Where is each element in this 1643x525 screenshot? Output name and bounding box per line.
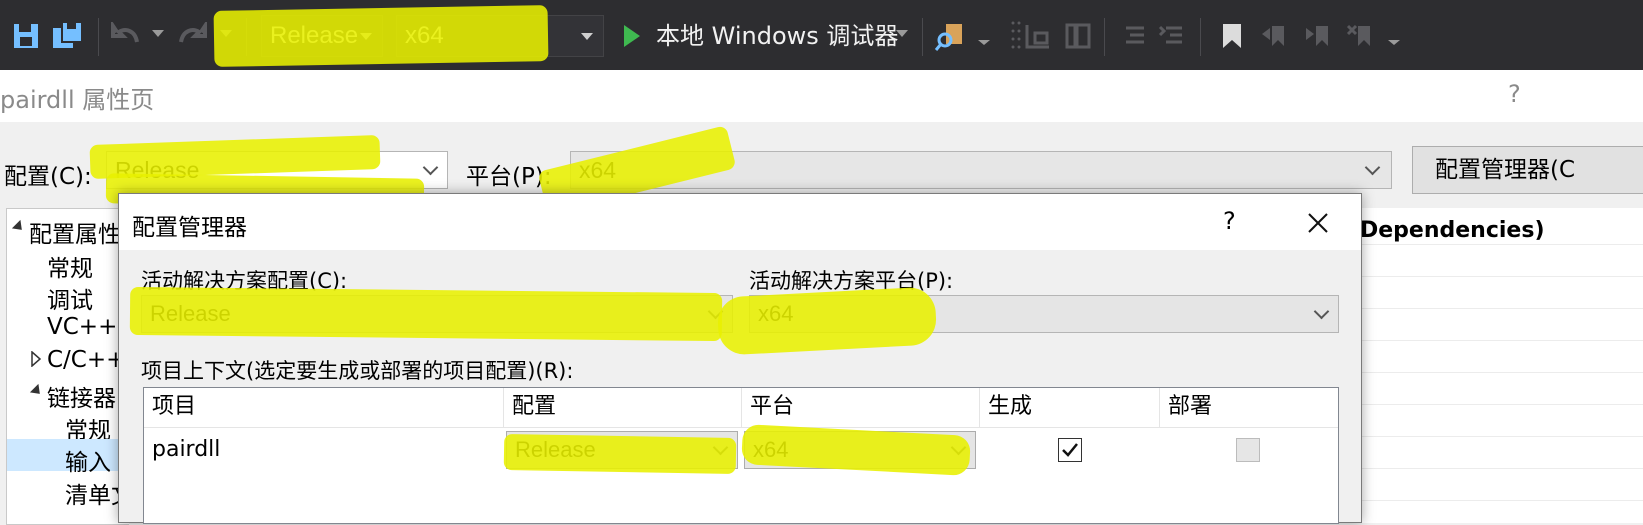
step-over-icon[interactable] xyxy=(1058,14,1098,58)
grid-line xyxy=(1360,372,1643,373)
dialog-title: 配置管理器 xyxy=(132,215,247,241)
table-row[interactable]: pairdll Release x64 xyxy=(144,388,1338,523)
main-toolbar: Release x64 本地 Windows 调试器 xyxy=(0,0,1643,70)
undo-icon[interactable] xyxy=(106,14,146,58)
chevron-down-icon xyxy=(422,159,439,176)
toolbar-separator xyxy=(1104,18,1105,56)
project-context-label: 项目上下文(选定要生成或部署的项目配置)(R): xyxy=(141,359,574,383)
toolbar-separator xyxy=(98,18,99,56)
chevron-down-icon xyxy=(360,33,372,40)
previous-bookmark-icon[interactable] xyxy=(1254,14,1294,58)
tree-item-debugging[interactable]: 调试 xyxy=(47,281,93,315)
chevron-down-icon xyxy=(712,439,729,456)
project-context-table: 项目 配置 平台 生成 部署 pairdll Release x64 xyxy=(143,387,1339,524)
toolbar-separator xyxy=(1200,18,1201,56)
chevron-down-icon xyxy=(1313,303,1330,320)
start-debug-icon[interactable] xyxy=(612,14,652,58)
collapse-arrow-icon[interactable] xyxy=(31,351,41,367)
property-grid: Dependencies) xyxy=(1360,208,1643,523)
configuration-manager-dialog: 配置管理器 ? 活动解决方案配置(C): Release 活动解决方案平台(P)… xyxy=(118,193,1362,524)
overflow-icon[interactable] xyxy=(978,40,990,45)
bookmark-icon[interactable] xyxy=(1212,14,1252,58)
platform-label: 平台(P): xyxy=(466,164,552,190)
active-platform-label: 活动解决方案平台(P): xyxy=(749,269,954,293)
save-icon[interactable] xyxy=(6,14,46,58)
grid-line xyxy=(1360,500,1643,501)
dialog-titlebar: 配置管理器 ? xyxy=(119,194,1361,250)
row-project-name: pairdll xyxy=(152,437,221,462)
checkmark-icon xyxy=(1062,443,1078,457)
grid-line xyxy=(1360,468,1643,469)
close-icon[interactable] xyxy=(1295,200,1341,246)
active-config-label: 活动解决方案配置(C): xyxy=(141,269,348,293)
chevron-down-icon xyxy=(707,303,724,320)
platform-select-value: x64 xyxy=(579,157,617,183)
expand-arrow-icon[interactable] xyxy=(29,383,45,399)
tree-item-vc-directories[interactable]: VC++ xyxy=(47,314,117,340)
run-target-label[interactable]: 本地 Windows 调试器 xyxy=(656,15,898,57)
undo-dropdown-icon[interactable] xyxy=(152,30,164,37)
build-checkbox[interactable] xyxy=(1058,438,1082,462)
platform-select[interactable]: x64 xyxy=(570,151,1392,189)
save-all-icon[interactable] xyxy=(48,14,88,58)
toolbar-separator xyxy=(922,18,923,56)
grid-line xyxy=(1360,404,1643,405)
dialog-help-icon[interactable]: ? xyxy=(1223,207,1236,235)
tree-item-linker[interactable]: 链接器 xyxy=(47,379,116,413)
tree-item-c-cpp[interactable]: C/C++ xyxy=(47,347,125,373)
toolbar-platform-value: x64 xyxy=(405,22,444,49)
run-target-dropdown-icon[interactable] xyxy=(896,30,908,37)
row-configuration-value: Release xyxy=(515,437,596,462)
configuration-manager-button[interactable]: 配置管理器(C xyxy=(1412,146,1643,194)
toolbar-platform-combo[interactable]: x64 xyxy=(396,15,604,57)
expand-arrow-icon[interactable] xyxy=(11,219,27,235)
toolbar-separator xyxy=(246,18,247,56)
toolbar-configuration-value: Release xyxy=(270,22,359,49)
row-platform-select[interactable]: x64 xyxy=(744,431,976,469)
active-config-value: Release xyxy=(150,301,231,326)
row-configuration-select[interactable]: Release xyxy=(506,431,738,469)
step-into-icon[interactable] xyxy=(1018,14,1058,58)
property-tree: 配置属性 常规 调试 VC++ C/C++ 链接器 常规 输入 清单文 xyxy=(6,208,129,525)
chevron-down-icon xyxy=(950,439,967,456)
grid-line xyxy=(1360,340,1643,341)
next-bookmark-icon[interactable] xyxy=(1298,14,1338,58)
grid-line xyxy=(1360,436,1643,437)
config-select-value: Release xyxy=(115,157,200,183)
chevron-down-icon xyxy=(581,33,593,40)
property-grid-header: Dependencies) xyxy=(1360,218,1545,243)
active-platform-value: x64 xyxy=(758,301,794,326)
overflow-icon[interactable] xyxy=(1388,40,1400,45)
tree-item-general[interactable]: 常规 xyxy=(47,249,93,283)
find-in-files-icon[interactable] xyxy=(930,14,970,58)
tree-item-config-properties[interactable]: 配置属性 xyxy=(29,215,121,249)
grid-line xyxy=(1360,308,1643,309)
uncomment-lines-icon[interactable] xyxy=(1152,14,1192,58)
window-title: pairdll 属性页 xyxy=(0,86,155,114)
config-label: 配置(C): xyxy=(4,164,92,190)
toolbar-configuration-combo[interactable]: Release xyxy=(261,15,383,57)
chevron-down-icon xyxy=(1364,159,1381,176)
grid-line xyxy=(1360,276,1643,277)
deploy-checkbox[interactable] xyxy=(1236,438,1260,462)
configuration-manager-label: 配置管理器(C xyxy=(1435,157,1576,183)
config-select[interactable]: Release xyxy=(106,151,448,189)
grid-line xyxy=(1360,244,1643,245)
clear-bookmarks-icon[interactable] xyxy=(1340,14,1380,58)
active-config-select[interactable]: Release xyxy=(141,295,733,333)
redo-icon[interactable] xyxy=(172,14,212,58)
active-platform-select[interactable]: x64 xyxy=(749,295,1339,333)
redo-dropdown-icon[interactable] xyxy=(220,30,232,37)
help-icon[interactable]: ? xyxy=(1508,80,1521,108)
comment-lines-icon[interactable] xyxy=(1114,14,1154,58)
row-platform-value: x64 xyxy=(753,437,789,462)
property-page-titlebar: pairdll 属性页 ? xyxy=(0,70,1643,122)
tree-item-linker-input[interactable]: 输入 xyxy=(65,443,111,477)
